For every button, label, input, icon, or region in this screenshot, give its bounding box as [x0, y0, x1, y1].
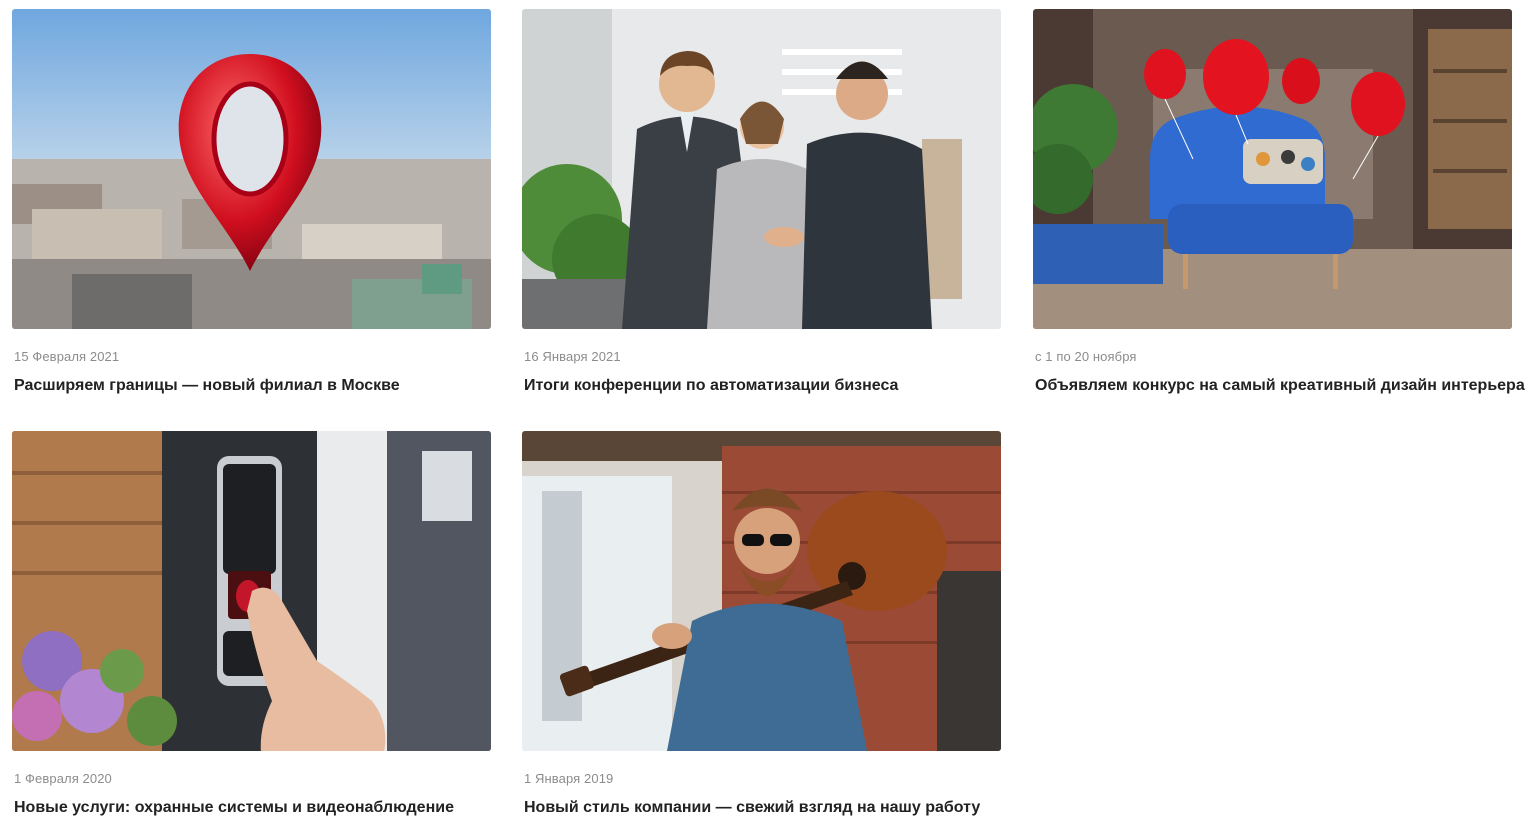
news-title-link[interactable]: Итоги конференции по автоматизации бизне… [524, 377, 898, 395]
news-title-link[interactable]: Объявляем конкурс на самый креативный ди… [1035, 377, 1525, 395]
news-card[interactable]: 15 Февраля 2021 Расширяем границы — новы… [12, 9, 491, 394]
news-card[interactable]: 1 Февраля 2020 Новые услуги: охранные си… [12, 431, 491, 816]
news-title-link[interactable]: Расширяем границы — новый филиал в Москв… [14, 377, 400, 395]
news-image-guitar[interactable] [522, 431, 1001, 751]
news-title-link[interactable]: Новые услуги: охранные системы и видеона… [14, 799, 454, 817]
news-date: 1 Февраля 2020 [14, 771, 112, 786]
news-date: с 1 по 20 ноября [1035, 349, 1137, 364]
news-date: 1 Января 2019 [524, 771, 614, 786]
news-image-moscow-pin[interactable] [12, 9, 491, 329]
news-date: 15 Февраля 2021 [14, 349, 120, 364]
news-image-armchair[interactable] [1033, 9, 1512, 329]
news-card[interactable]: с 1 по 20 ноября Объявляем конкурс на са… [1033, 9, 1525, 394]
news-image-fingerprint[interactable] [12, 431, 491, 751]
news-date: 16 Января 2021 [524, 349, 621, 364]
news-card[interactable]: 1 Января 2019 Новый стиль компании — све… [522, 431, 1001, 816]
news-image-handshake[interactable] [522, 9, 1001, 329]
news-card[interactable]: 16 Января 2021 Итоги конференции по авто… [522, 9, 1001, 394]
news-title-link[interactable]: Новый стиль компании — свежий взгляд на … [524, 799, 980, 817]
